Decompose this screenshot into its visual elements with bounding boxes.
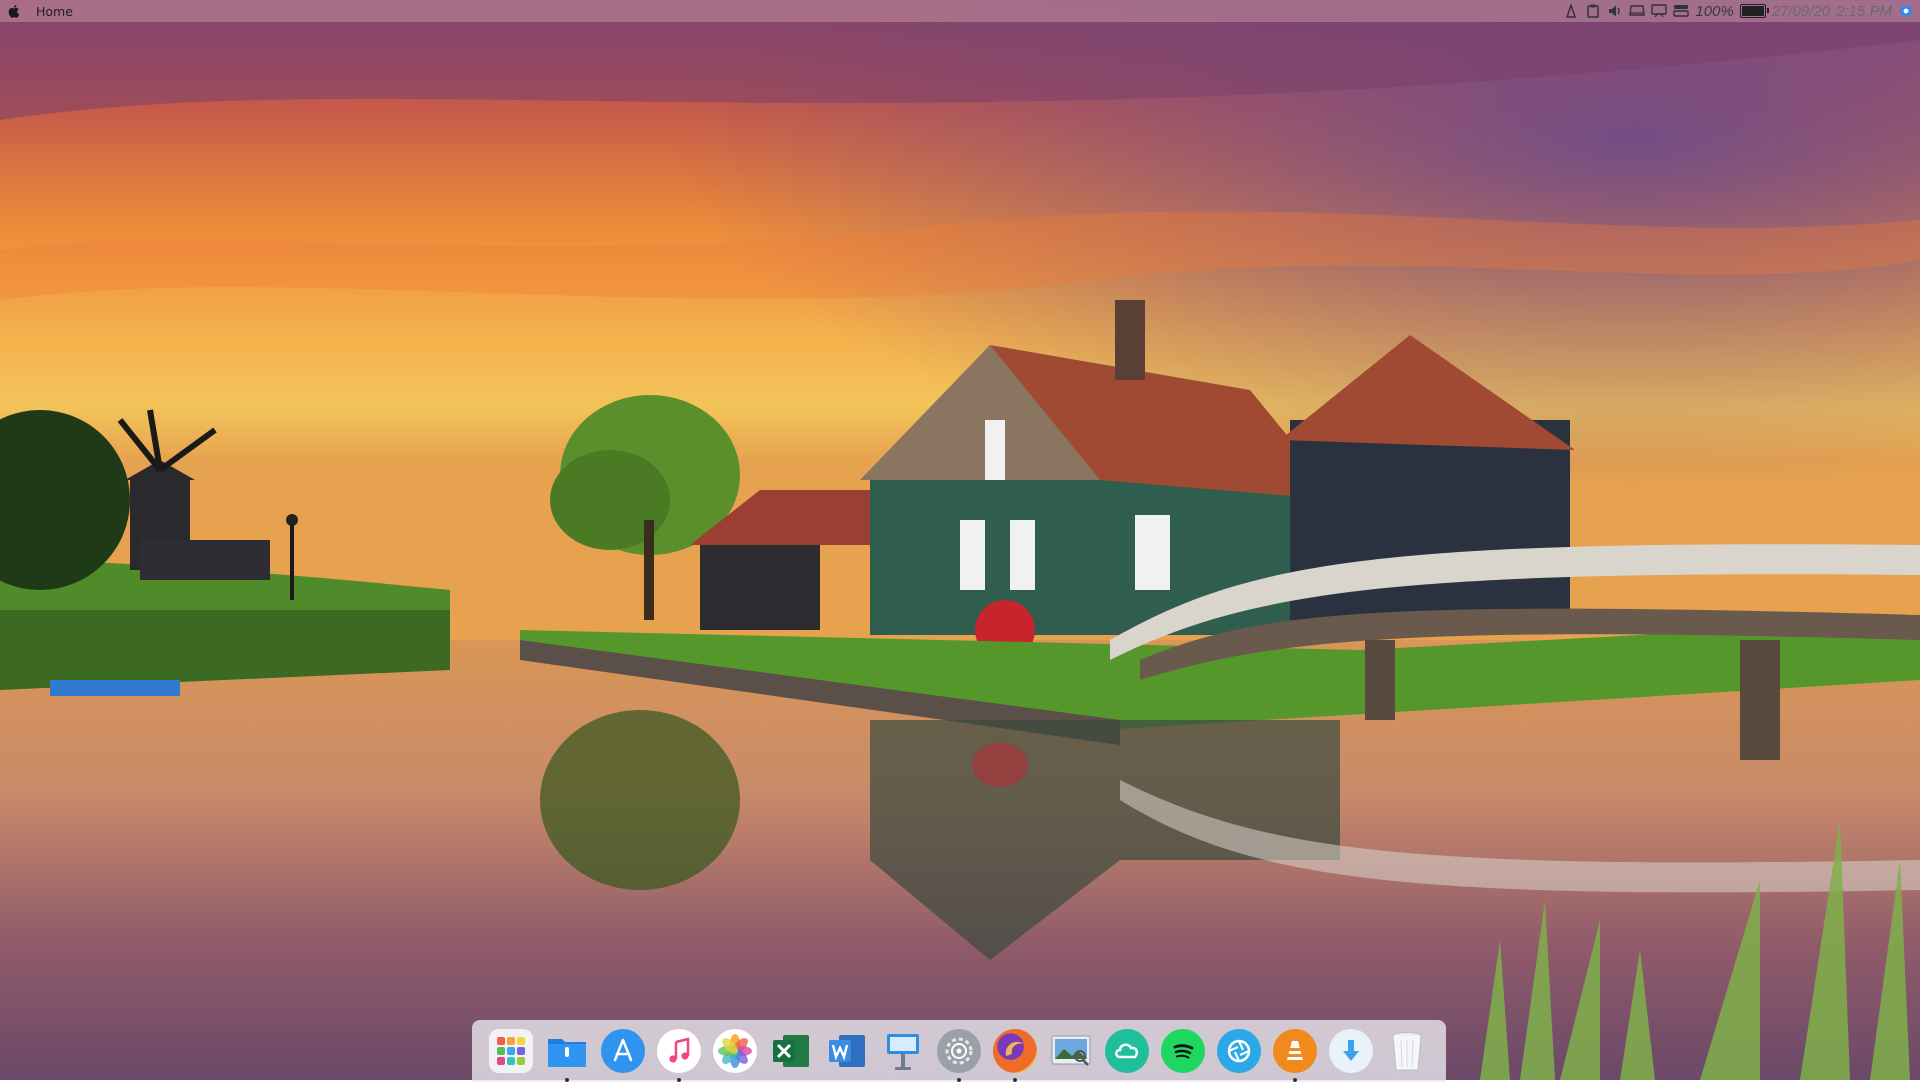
dock-item-keynote[interactable] (880, 1028, 926, 1074)
clipboard-icon[interactable] (1585, 3, 1601, 19)
dock-item-music[interactable] (656, 1028, 702, 1082)
dock-item-files[interactable] (544, 1028, 590, 1082)
battery-icon[interactable] (1739, 4, 1769, 18)
photos-flower-icon (713, 1029, 757, 1073)
dock-item-vlc[interactable] (1272, 1028, 1318, 1082)
grid-icon (489, 1029, 533, 1073)
clock-date[interactable]: 27/09/20 (1772, 3, 1830, 20)
top-menu-bar: Home 100% 27/09/20 2:15 PM (0, 0, 1920, 22)
app-store-icon (601, 1029, 645, 1073)
apple-logo-icon[interactable] (6, 3, 22, 19)
dock-item-firefox[interactable] (992, 1028, 1038, 1082)
wifi-icon[interactable] (1673, 3, 1690, 19)
dock-item-downloads[interactable] (1328, 1028, 1374, 1074)
word-icon (825, 1029, 869, 1073)
excel-icon (769, 1029, 813, 1073)
running-indicator (565, 1078, 569, 1082)
menubar-tray: 100% 27/09/20 2:15 PM (1563, 0, 1920, 22)
running-indicator (677, 1078, 681, 1082)
running-indicator (1013, 1078, 1017, 1082)
dock-item-launchpad[interactable] (488, 1028, 534, 1074)
battery-percent[interactable]: 100% (1695, 3, 1733, 20)
display-icon[interactable] (1651, 3, 1668, 19)
running-indicator (1293, 1078, 1297, 1082)
dock-item-system-preferences[interactable] (936, 1028, 982, 1082)
spotify-icon (1161, 1029, 1205, 1073)
cloud-icon (1105, 1029, 1149, 1073)
notification-center-icon[interactable] (1898, 3, 1914, 19)
running-indicator (957, 1078, 961, 1082)
dock-item-excel[interactable] (768, 1028, 814, 1074)
folder-icon (545, 1029, 589, 1073)
gear-icon (937, 1029, 981, 1073)
firefox-icon (993, 1029, 1037, 1073)
image-viewer-icon (1049, 1029, 1093, 1073)
clock-time[interactable]: 2:15 PM (1836, 3, 1892, 20)
volume-icon[interactable] (1607, 3, 1623, 19)
dock-item-shotwell[interactable] (1216, 1028, 1262, 1074)
accessibility-icon[interactable] (1563, 3, 1579, 19)
menubar-left: Home (0, 0, 79, 22)
trash-icon (1385, 1029, 1429, 1073)
dock-item-word[interactable] (824, 1028, 870, 1074)
dock-item-image-viewer[interactable] (1048, 1028, 1094, 1074)
desktop-wallpaper (0, 0, 1920, 1080)
drive-icon[interactable] (1629, 3, 1646, 19)
dock-item-trash[interactable] (1384, 1028, 1430, 1074)
download-arrow-icon (1329, 1029, 1373, 1073)
dock (472, 1020, 1446, 1082)
dock-item-app-store[interactable] (600, 1028, 646, 1074)
keynote-icon (881, 1029, 925, 1073)
dock-item-cloud-drive[interactable] (1104, 1028, 1150, 1074)
music-note-icon (657, 1029, 701, 1073)
traffic-cone-icon (1273, 1029, 1317, 1073)
dock-item-photos[interactable] (712, 1028, 758, 1074)
active-app-name[interactable]: Home (30, 4, 79, 19)
dock-item-spotify[interactable] (1160, 1028, 1206, 1074)
aperture-icon (1217, 1029, 1261, 1073)
